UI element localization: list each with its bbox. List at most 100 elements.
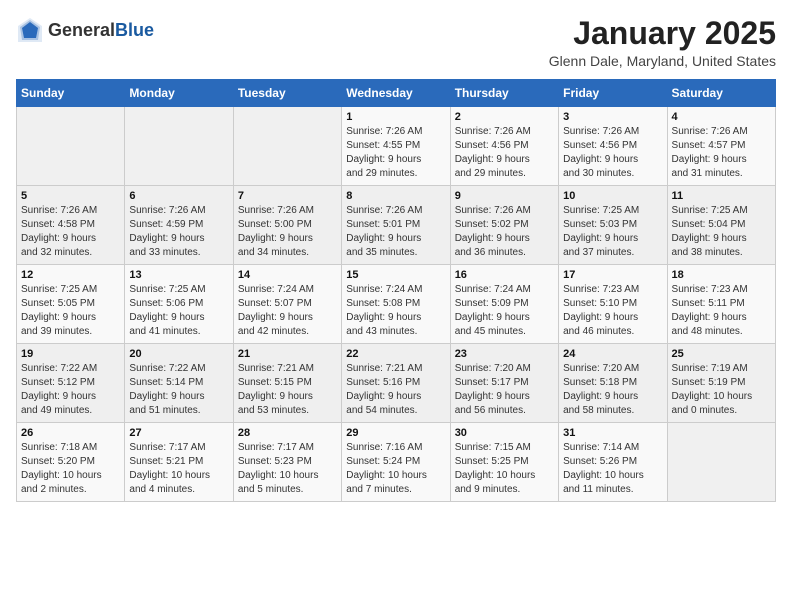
calendar-day-11: 11 Sunrise: 7:25 AM Sunset: 5:04 PM Dayli… — [667, 186, 775, 265]
day-detail: Sunrise: 7:16 AM Sunset: 5:24 PM Dayligh… — [346, 441, 445, 497]
day-detail: Sunrise: 7:15 AM Sunset: 5:25 PM Dayligh… — [455, 441, 554, 497]
empty-day-cell — [233, 107, 341, 186]
day-detail: Sunrise: 7:26 AM Sunset: 5:01 PM Dayligh… — [346, 204, 445, 260]
day-detail: Sunrise: 7:20 AM Sunset: 5:18 PM Dayligh… — [563, 362, 662, 418]
calendar-day-29: 29Sunrise: 7:16 AM Sunset: 5:24 PM Dayli… — [342, 423, 450, 502]
day-detail: Sunrise: 7:26 AM Sunset: 4:59 PM Dayligh… — [129, 204, 228, 260]
calendar-day-27: 27 Sunrise: 7:17 AM Sunset: 5:21 PM Dayli… — [125, 423, 233, 502]
day-detail: Sunrise: 7:17 AM Sunset: 5:21 PM Dayligh… — [129, 441, 228, 497]
day-detail: Sunrise: 7:19 AM Sunset: 5:19 PM Dayligh… — [672, 362, 771, 418]
day-number: 11 — [672, 190, 771, 202]
calendar-day-22: 22 Sunrise: 7:21 AM Sunset: 5:16 PM Dayli… — [342, 344, 450, 423]
calendar-day-6: 6 Sunrise: 7:26 AM Sunset: 4:59 PM Daylig… — [125, 186, 233, 265]
calendar-day-28: 28Sunrise: 7:17 AM Sunset: 5:23 PM Dayli… — [233, 423, 341, 502]
day-number: 8 — [346, 190, 445, 202]
calendar-week-row: 1Sunrise: 7:26 AM Sunset: 4:55 PM Daylig… — [17, 107, 776, 186]
calendar-day-20: 20Sunrise: 7:22 AM Sunset: 5:14 PM Dayli… — [125, 344, 233, 423]
day-detail: Sunrise: 7:26 AM Sunset: 4:56 PM Dayligh… — [455, 125, 554, 181]
weekday-header-sunday: Sunday — [17, 80, 125, 107]
calendar-week-row: 26 Sunrise: 7:18 AM Sunset: 5:20 PM Dayli… — [17, 423, 776, 502]
logo-general: General — [48, 20, 115, 40]
day-detail: Sunrise: 7:21 AM Sunset: 5:16 PM Dayligh… — [346, 362, 445, 418]
calendar-title: January 2025 — [549, 16, 776, 51]
calendar-day-8: 8 Sunrise: 7:26 AM Sunset: 5:01 PM Daylig… — [342, 186, 450, 265]
calendar-day-24: 24 Sunrise: 7:20 AM Sunset: 5:18 PM Dayli… — [559, 344, 667, 423]
calendar-day-25: 25Sunrise: 7:19 AM Sunset: 5:19 PM Dayli… — [667, 344, 775, 423]
weekday-header-wednesday: Wednesday — [342, 80, 450, 107]
day-detail: Sunrise: 7:26 AM Sunset: 4:57 PM Dayligh… — [672, 125, 771, 181]
weekday-header-monday: Monday — [125, 80, 233, 107]
calendar-week-row: 5 Sunrise: 7:26 AM Sunset: 4:58 PM Daylig… — [17, 186, 776, 265]
logo-text: GeneralBlue — [48, 20, 154, 41]
calendar-day-31: 31 Sunrise: 7:14 AM Sunset: 5:26 PM Dayli… — [559, 423, 667, 502]
day-detail: Sunrise: 7:25 AM Sunset: 5:04 PM Dayligh… — [672, 204, 771, 260]
day-number: 6 — [129, 190, 228, 202]
day-number: 9 — [455, 190, 554, 202]
day-number: 22 — [346, 348, 445, 360]
calendar-day-5: 5 Sunrise: 7:26 AM Sunset: 4:58 PM Daylig… — [17, 186, 125, 265]
day-detail: Sunrise: 7:24 AM Sunset: 5:07 PM Dayligh… — [238, 283, 337, 339]
calendar-day-21: 21 Sunrise: 7:21 AM Sunset: 5:15 PM Dayli… — [233, 344, 341, 423]
day-number: 14 — [238, 269, 337, 281]
day-detail: Sunrise: 7:26 AM Sunset: 4:56 PM Dayligh… — [563, 125, 662, 181]
calendar-day-23: 23 Sunrise: 7:20 AM Sunset: 5:17 PM Dayli… — [450, 344, 558, 423]
calendar-day-9: 9 Sunrise: 7:26 AM Sunset: 5:02 PM Daylig… — [450, 186, 558, 265]
day-detail: Sunrise: 7:23 AM Sunset: 5:10 PM Dayligh… — [563, 283, 662, 339]
day-detail: Sunrise: 7:25 AM Sunset: 5:03 PM Dayligh… — [563, 204, 662, 260]
calendar-day-10: 10 Sunrise: 7:25 AM Sunset: 5:03 PM Dayli… — [559, 186, 667, 265]
calendar-table: SundayMondayTuesdayWednesdayThursdayFrid… — [16, 79, 776, 502]
weekday-header-thursday: Thursday — [450, 80, 558, 107]
logo-icon — [16, 16, 44, 44]
day-number: 13 — [129, 269, 228, 281]
empty-day-cell — [125, 107, 233, 186]
day-number: 27 — [129, 427, 228, 439]
weekday-header-row: SundayMondayTuesdayWednesdayThursdayFrid… — [17, 80, 776, 107]
day-detail: Sunrise: 7:25 AM Sunset: 5:06 PM Dayligh… — [129, 283, 228, 339]
calendar-day-14: 14 Sunrise: 7:24 AM Sunset: 5:07 PM Dayli… — [233, 265, 341, 344]
calendar-day-1: 1Sunrise: 7:26 AM Sunset: 4:55 PM Daylig… — [342, 107, 450, 186]
day-detail: Sunrise: 7:22 AM Sunset: 5:14 PM Dayligh… — [129, 362, 228, 418]
weekday-header-tuesday: Tuesday — [233, 80, 341, 107]
day-number: 17 — [563, 269, 662, 281]
day-number: 2 — [455, 111, 554, 123]
day-number: 10 — [563, 190, 662, 202]
day-detail: Sunrise: 7:22 AM Sunset: 5:12 PM Dayligh… — [21, 362, 120, 418]
day-detail: Sunrise: 7:26 AM Sunset: 5:02 PM Dayligh… — [455, 204, 554, 260]
page-header: GeneralBlue January 2025 Glenn Dale, Mar… — [16, 16, 776, 69]
day-detail: Sunrise: 7:26 AM Sunset: 5:00 PM Dayligh… — [238, 204, 337, 260]
day-number: 31 — [563, 427, 662, 439]
day-number: 5 — [21, 190, 120, 202]
day-number: 23 — [455, 348, 554, 360]
day-number: 28 — [238, 427, 337, 439]
day-number: 4 — [672, 111, 771, 123]
calendar-day-30: 30Sunrise: 7:15 AM Sunset: 5:25 PM Dayli… — [450, 423, 558, 502]
calendar-day-19: 19Sunrise: 7:22 AM Sunset: 5:12 PM Dayli… — [17, 344, 125, 423]
logo: GeneralBlue — [16, 16, 154, 44]
calendar-day-13: 13 Sunrise: 7:25 AM Sunset: 5:06 PM Dayli… — [125, 265, 233, 344]
day-detail: Sunrise: 7:23 AM Sunset: 5:11 PM Dayligh… — [672, 283, 771, 339]
day-number: 15 — [346, 269, 445, 281]
day-number: 24 — [563, 348, 662, 360]
day-detail: Sunrise: 7:18 AM Sunset: 5:20 PM Dayligh… — [21, 441, 120, 497]
day-number: 26 — [21, 427, 120, 439]
day-number: 18 — [672, 269, 771, 281]
calendar-week-row: 12Sunrise: 7:25 AM Sunset: 5:05 PM Dayli… — [17, 265, 776, 344]
day-number: 12 — [21, 269, 120, 281]
calendar-week-row: 19Sunrise: 7:22 AM Sunset: 5:12 PM Dayli… — [17, 344, 776, 423]
weekday-header-saturday: Saturday — [667, 80, 775, 107]
day-detail: Sunrise: 7:24 AM Sunset: 5:08 PM Dayligh… — [346, 283, 445, 339]
calendar-subtitle: Glenn Dale, Maryland, United States — [549, 53, 776, 69]
day-detail: Sunrise: 7:21 AM Sunset: 5:15 PM Dayligh… — [238, 362, 337, 418]
weekday-header-friday: Friday — [559, 80, 667, 107]
calendar-day-17: 17 Sunrise: 7:23 AM Sunset: 5:10 PM Dayli… — [559, 265, 667, 344]
day-detail: Sunrise: 7:26 AM Sunset: 4:58 PM Dayligh… — [21, 204, 120, 260]
day-detail: Sunrise: 7:14 AM Sunset: 5:26 PM Dayligh… — [563, 441, 662, 497]
calendar-day-2: 2 Sunrise: 7:26 AM Sunset: 4:56 PM Daylig… — [450, 107, 558, 186]
logo-blue: Blue — [115, 20, 154, 40]
day-detail: Sunrise: 7:26 AM Sunset: 4:55 PM Dayligh… — [346, 125, 445, 181]
calendar-day-4: 4 Sunrise: 7:26 AM Sunset: 4:57 PM Daylig… — [667, 107, 775, 186]
calendar-day-16: 16Sunrise: 7:24 AM Sunset: 5:09 PM Dayli… — [450, 265, 558, 344]
day-number: 21 — [238, 348, 337, 360]
calendar-day-12: 12Sunrise: 7:25 AM Sunset: 5:05 PM Dayli… — [17, 265, 125, 344]
day-detail: Sunrise: 7:20 AM Sunset: 5:17 PM Dayligh… — [455, 362, 554, 418]
